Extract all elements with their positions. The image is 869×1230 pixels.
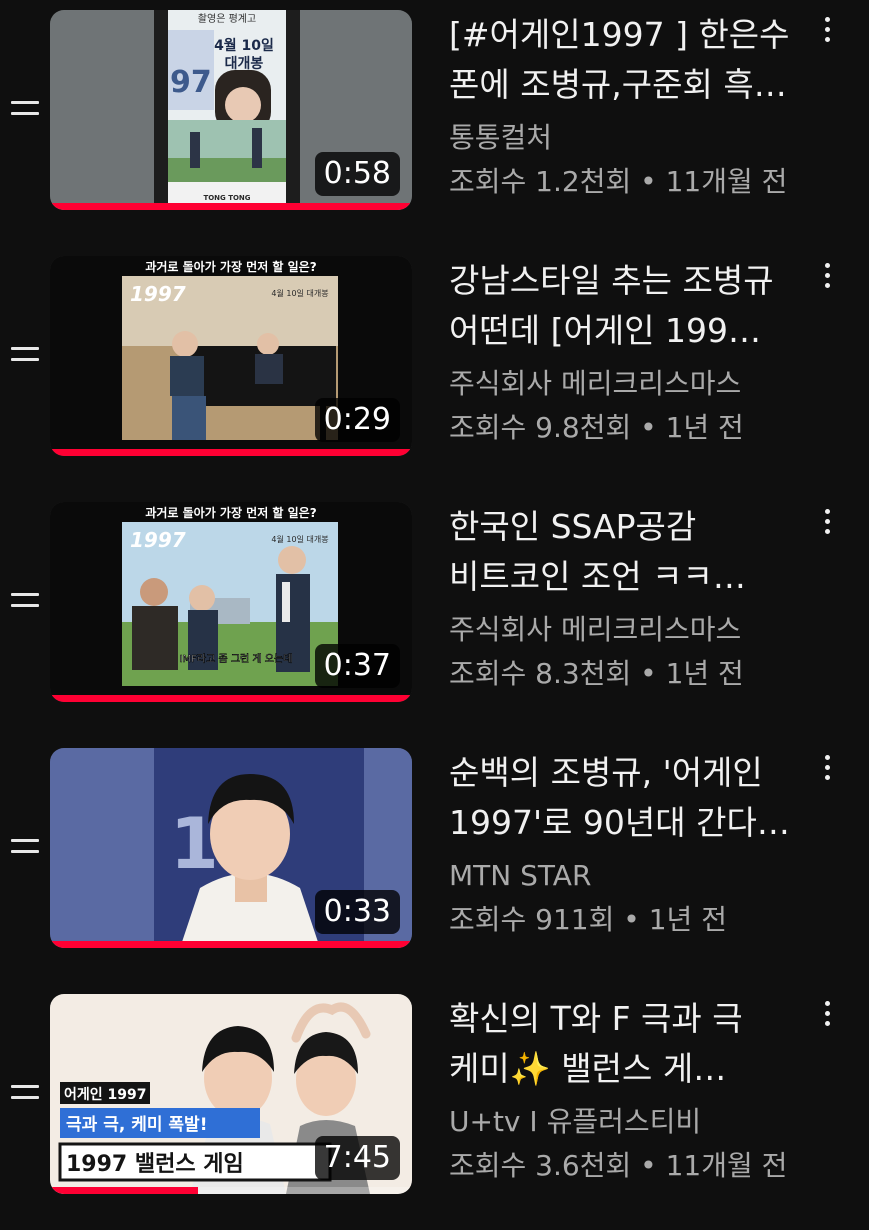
more-vert-icon[interactable] bbox=[812, 8, 842, 48]
channel-name[interactable]: MTN STAR bbox=[449, 854, 799, 898]
channel-name[interactable]: U+tv I 유플러스티비 bbox=[449, 1100, 799, 1144]
video-meta: [#어게인1997 ] 한은수 폰에 조병규,구준회 흑… 통통컬처 조회수 1… bbox=[449, 10, 799, 204]
upload-age: 11개월 전 bbox=[665, 165, 788, 198]
thumbnail-text: 4월 10일 대개봉 bbox=[271, 288, 328, 298]
svg-text:97: 97 bbox=[170, 65, 212, 100]
video-title[interactable]: [#어게인1997 ] 한은수 폰에 조병규,구준회 흑… bbox=[449, 10, 799, 110]
watch-progress-bar bbox=[50, 449, 412, 456]
video-stats: 조회수 911회 • 1년 전 bbox=[449, 898, 799, 942]
video-meta: 순백의 조병규, '어게인 1997'로 90년대 간다 … MTN STAR … bbox=[449, 748, 799, 942]
video-thumbnail[interactable]: 과거로 돌아가 가장 먼저 할 일은? 1997 4월 10일 대개봉 0:29 bbox=[50, 256, 412, 456]
video-stats: 조회수 8.3천회 • 1년 전 bbox=[449, 652, 799, 696]
thumbnail-text: TONG TONG bbox=[203, 194, 250, 202]
video-row[interactable]: 97 촬영은 평계고 4월 10일 대개봉 TONG TONG 0:58 [#어… bbox=[0, 0, 869, 246]
thumbnail-text: 촬영은 평계고 bbox=[198, 13, 256, 25]
video-thumbnail[interactable]: 어게인 1997 극과 극, 케미 폭발! 1997 밸런스 게임 7:45 bbox=[50, 994, 412, 1194]
thumbnail-text: 과거로 돌아가 가장 먼저 할 일은? bbox=[145, 505, 316, 520]
video-thumbnail[interactable]: 과거로 돌아가 가장 먼저 할 일은? 1997 4월 10일 대개봉 IMF라… bbox=[50, 502, 412, 702]
video-stats: 조회수 3.6천회 • 11개월 전 bbox=[449, 1144, 799, 1188]
video-thumbnail[interactable]: 97 촬영은 평계고 4월 10일 대개봉 TONG TONG 0:58 bbox=[50, 10, 412, 210]
drag-handle-icon[interactable] bbox=[11, 1081, 39, 1103]
thumbnail-text: 어게인 1997 bbox=[64, 1086, 146, 1103]
separator: • bbox=[631, 1149, 666, 1182]
drag-handle-icon[interactable] bbox=[11, 343, 39, 365]
upload-age: 1년 전 bbox=[665, 657, 744, 690]
channel-name[interactable]: 통통컬처 bbox=[449, 116, 799, 160]
video-thumbnail[interactable]: 19 0:33 bbox=[50, 748, 412, 948]
watch-progress-bar bbox=[50, 695, 412, 702]
drag-handle-icon[interactable] bbox=[11, 835, 39, 857]
video-meta: 한국인 SSAP공감 비트코인 조언 ㅋㅋ [어… 주식회사 메리크리스마스 조… bbox=[449, 502, 799, 696]
video-row[interactable]: 어게인 1997 극과 극, 케미 폭발! 1997 밸런스 게임 7:45 확… bbox=[0, 984, 869, 1230]
watch-progress-bar bbox=[50, 941, 412, 948]
thumbnail-text: IMF라고 좀 그런 게 오는데 bbox=[180, 653, 293, 665]
view-count: 조회수 8.3천회 bbox=[449, 657, 632, 690]
channel-name[interactable]: 주식회사 메리크리스마스 bbox=[449, 608, 799, 652]
upload-age: 11개월 전 bbox=[665, 1149, 788, 1182]
more-vert-icon[interactable] bbox=[812, 500, 842, 540]
thumbnail-text: 1997 밸런스 게임 bbox=[66, 1152, 244, 1177]
duration-badge: 0:58 bbox=[314, 152, 400, 196]
drag-handle-icon[interactable] bbox=[11, 97, 39, 119]
duration-badge: 0:37 bbox=[314, 644, 400, 688]
thumbnail-text: 4월 10일 bbox=[214, 37, 274, 54]
video-title[interactable]: 한국인 SSAP공감 비트코인 조언 ㅋㅋ [어… bbox=[449, 502, 799, 602]
more-vert-icon[interactable] bbox=[812, 992, 842, 1032]
drag-handle-icon[interactable] bbox=[11, 589, 39, 611]
video-row[interactable]: 과거로 돌아가 가장 먼저 할 일은? 1997 4월 10일 대개봉 IMF라… bbox=[0, 492, 869, 738]
view-count: 조회수 1.2천회 bbox=[449, 165, 632, 198]
upload-age: 1년 전 bbox=[648, 903, 727, 936]
thumbnail-text: 1997 bbox=[130, 282, 186, 306]
watch-progress-bar bbox=[50, 203, 412, 210]
thumbnail-text: 4월 10일 대개봉 bbox=[271, 534, 328, 544]
separator: • bbox=[614, 903, 649, 936]
video-row[interactable]: 19 0:33 순백의 조병규, '어게인 1997'로 90년대 간다 … M… bbox=[0, 738, 869, 984]
video-meta: 확신의 T와 F 극과 극 케미✨ 밸런스 게… U+tv I 유플러스티비 조… bbox=[449, 994, 799, 1188]
separator: • bbox=[631, 165, 666, 198]
watch-progress-bar bbox=[50, 1187, 412, 1194]
video-row[interactable]: 과거로 돌아가 가장 먼저 할 일은? 1997 4월 10일 대개봉 0:29… bbox=[0, 246, 869, 492]
separator: • bbox=[631, 411, 666, 444]
video-title[interactable]: 강남스타일 추는 조병규 어떤데 [어게인 199… bbox=[449, 256, 799, 356]
duration-badge: 0:29 bbox=[314, 398, 400, 442]
view-count: 조회수 911회 bbox=[449, 903, 615, 936]
thumbnail-text: 대개봉 bbox=[225, 56, 264, 72]
thumbnail-text: 과거로 돌아가 가장 먼저 할 일은? bbox=[145, 259, 316, 274]
upload-age: 1년 전 bbox=[665, 411, 744, 444]
duration-badge: 0:33 bbox=[314, 890, 400, 934]
thumbnail-text: 극과 극, 케미 폭발! bbox=[66, 1115, 207, 1135]
video-stats: 조회수 9.8천회 • 1년 전 bbox=[449, 406, 799, 450]
thumbnail-text: 1997 bbox=[130, 528, 186, 552]
duration-badge: 7:45 bbox=[314, 1136, 400, 1180]
video-title[interactable]: 순백의 조병규, '어게인 1997'로 90년대 간다 … bbox=[449, 748, 799, 848]
more-vert-icon[interactable] bbox=[812, 746, 842, 786]
video-meta: 강남스타일 추는 조병규 어떤데 [어게인 199… 주식회사 메리크리스마스 … bbox=[449, 256, 799, 450]
separator: • bbox=[631, 657, 666, 690]
video-title[interactable]: 확신의 T와 F 극과 극 케미✨ 밸런스 게… bbox=[449, 994, 799, 1094]
more-vert-icon[interactable] bbox=[812, 254, 842, 294]
channel-name[interactable]: 주식회사 메리크리스마스 bbox=[449, 362, 799, 406]
view-count: 조회수 3.6천회 bbox=[449, 1149, 632, 1182]
view-count: 조회수 9.8천회 bbox=[449, 411, 632, 444]
video-stats: 조회수 1.2천회 • 11개월 전 bbox=[449, 160, 799, 204]
